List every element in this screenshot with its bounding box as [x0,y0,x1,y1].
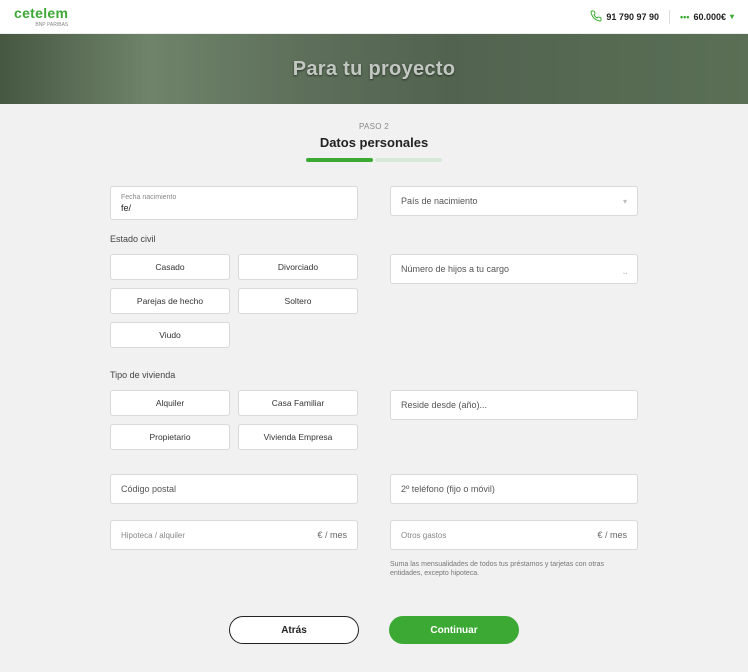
logo-subtitle: BNP PARIBAS [14,22,68,28]
chevron-down-icon: ▾ [730,12,734,21]
chip-divorciado[interactable]: Divorciado [238,254,358,280]
amount-selector[interactable]: ••• 60.000€ ▾ [680,12,734,22]
hipoteca-field[interactable]: Hipoteca / alquiler € / mes [110,520,358,550]
logo-block[interactable]: cetelem BNP PARIBAS [14,5,68,28]
hipoteca-label: Hipoteca / alquiler [121,531,185,540]
chevron-down-icon: ▾ [623,197,627,206]
phone-link[interactable]: 91 790 97 90 [590,10,659,24]
step-head: PASO 2 Datos personales [0,104,748,172]
estado-civil-label: Estado civil [110,234,358,244]
chip-vivienda-empresa[interactable]: Vivienda Empresa [238,424,358,450]
chip-parejas-hecho[interactable]: Parejas de hecho [110,288,230,314]
otros-gastos-suffix: € / mes [597,530,627,540]
tipo-vivienda-options: Alquiler Casa Familiar Propietario Vivie… [110,390,358,450]
hipoteca-suffix: € / mes [317,530,347,540]
fecha-value: fe/ [121,203,131,213]
continue-button-label: Continuar [430,625,477,636]
button-row: Atrás Continuar [0,616,748,644]
continue-button[interactable]: Continuar [389,616,519,644]
step-title: Datos personales [0,135,748,150]
stepper-icon: ⎵ [623,264,627,275]
step-label: PASO 2 [0,122,748,131]
pais-label: País de nacimiento [401,196,478,206]
numero-hijos-placeholder: Número de hijos a tu cargo [401,264,509,274]
hero-title: Para tu proyecto [0,34,748,104]
chip-viudo[interactable]: Viudo [110,322,230,348]
dots-icon: ••• [680,12,689,22]
fecha-nacimiento-field[interactable]: Fecha nacimiento fe/ [110,186,358,220]
tipo-vivienda-label: Tipo de vivienda [110,370,358,380]
pais-nacimiento-select[interactable]: País de nacimiento ▾ [390,186,638,216]
progress-seg-2 [375,158,442,162]
otros-gastos-field[interactable]: Otros gastos € / mes [390,520,638,550]
back-button[interactable]: Atrás [229,616,359,644]
estado-civil-options: Casado Divorciado Parejas de hecho Solte… [110,254,358,348]
header-right: 91 790 97 90 ••• 60.000€ ▾ [590,10,734,24]
gastos-helper-text: Suma las mensualidades de todos tus prés… [390,560,638,578]
phone-number: 91 790 97 90 [606,12,659,22]
telefono2-field[interactable]: 2º teléfono (fijo o móvil) [390,474,638,504]
chip-casado[interactable]: Casado [110,254,230,280]
reside-desde-placeholder: Reside desde (año)... [401,400,487,410]
header: cetelem BNP PARIBAS 91 790 97 90 ••• 60.… [0,0,748,34]
progress-bar [306,158,442,162]
codigo-postal-field[interactable]: Código postal [110,474,358,504]
phone-icon [590,10,602,24]
back-button-label: Atrás [281,625,307,636]
codigo-postal-placeholder: Código postal [121,484,176,494]
form: Fecha nacimiento fe/ País de nacimiento … [110,186,638,578]
otros-gastos-label: Otros gastos [401,531,446,540]
progress-seg-1 [306,158,373,162]
spacer [390,370,638,380]
hero-banner: Para tu proyecto [0,34,748,104]
telefono2-placeholder: 2º teléfono (fijo o móvil) [401,484,495,494]
logo: cetelem [14,5,68,21]
amount-value: 60.000€ [693,12,726,22]
chip-casa-familiar[interactable]: Casa Familiar [238,390,358,416]
numero-hijos-field[interactable]: Número de hijos a tu cargo ⎵ [390,254,638,284]
fecha-label: Fecha nacimiento [121,194,176,201]
spacer [390,234,638,244]
chip-soltero[interactable]: Soltero [238,288,358,314]
reside-desde-field[interactable]: Reside desde (año)... [390,390,638,420]
chip-alquiler[interactable]: Alquiler [110,390,230,416]
chip-propietario[interactable]: Propietario [110,424,230,450]
header-divider [669,10,670,24]
